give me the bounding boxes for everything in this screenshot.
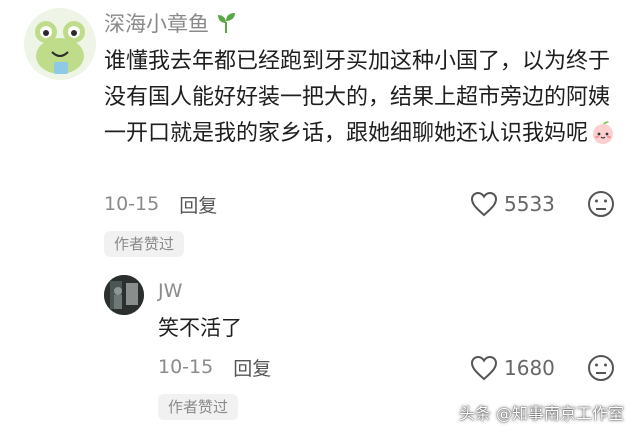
commenter-username[interactable]: 深海小章鱼 [104, 8, 209, 38]
sprout-icon [218, 13, 235, 33]
like-button[interactable]: 5533 [470, 190, 555, 218]
reply-text: 笑不活了 [158, 316, 242, 340]
reply-avatar[interactable] [104, 275, 144, 315]
commenter-avatar[interactable] [24, 8, 96, 80]
reply-username[interactable]: JW [158, 280, 182, 302]
reply-meta: 10-15 回复 [158, 354, 271, 380]
reply-author-liked-badge: 作者赞过 [158, 394, 239, 420]
reply-reply-button[interactable]: 回复 [233, 354, 271, 381]
frown-face-icon[interactable] [587, 190, 615, 218]
comment-date: 10-15 [104, 193, 160, 215]
author-liked-badge: 作者赞过 [104, 231, 185, 257]
like-count: 5533 [504, 192, 555, 216]
comment-body: 谁懂我去年都已经跑到牙买加这种小国了，以为终于没有国人能好好装一把大的，结果上超… [104, 49, 611, 146]
reply-like-button[interactable]: 1680 [470, 354, 555, 382]
watermark: 头条 @知事南京工作室 [458, 404, 624, 423]
comment-meta: 10-15 回复 [104, 191, 217, 217]
heart-outline-icon [470, 191, 498, 217]
frown-face-icon[interactable] [587, 354, 615, 382]
frog-avatar-icon [24, 8, 96, 80]
heart-outline-icon [470, 355, 498, 381]
reply-like-count: 1680 [504, 356, 555, 380]
peach-emoji-icon [593, 121, 614, 144]
reply-date: 10-15 [158, 356, 214, 378]
comment-text: 谁懂我去年都已经跑到牙买加这种小国了，以为终于没有国人能好好装一把大的，结果上超… [104, 44, 624, 152]
dark-photo-avatar-icon [104, 275, 144, 315]
commenter-name-row[interactable]: 深海小章鱼 [104, 10, 237, 36]
reply-button[interactable]: 回复 [179, 191, 217, 218]
